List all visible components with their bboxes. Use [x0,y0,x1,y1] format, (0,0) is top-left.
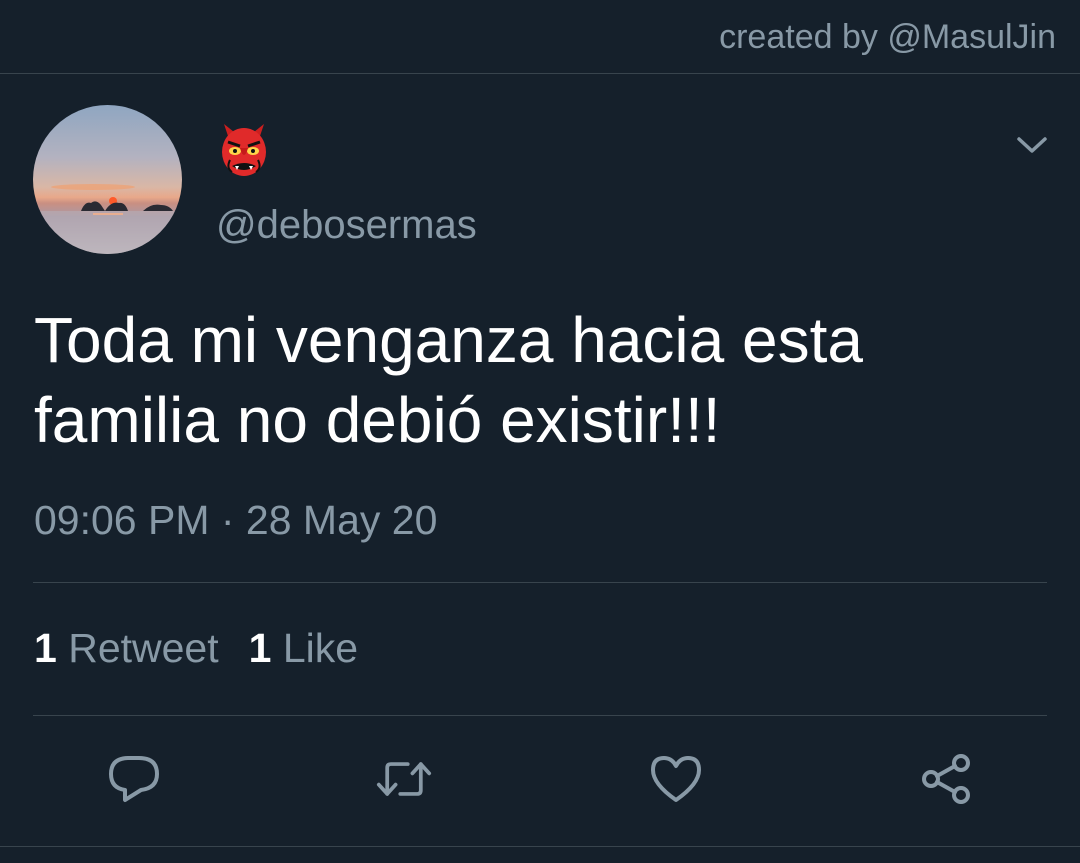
heart-icon [651,756,701,802]
like-label: Like [282,625,359,671]
tweet-stats: 1 Retweet 1 Like [34,625,358,672]
like-count: 1 [248,625,272,671]
bottom-divider [0,846,1080,847]
share-icon [922,754,970,804]
reply-icon [109,756,159,802]
top-bar: created by @MasulJin [0,0,1080,74]
tweet-text: Toda mi venganza hacia esta familia no d… [34,304,863,456]
retweet-button[interactable] [376,751,432,807]
retweet-icon [376,762,432,796]
retweet-stat[interactable]: 1 Retweet [34,625,219,671]
retweet-count: 1 [34,625,57,671]
divider [33,582,1047,583]
tweet-timestamp[interactable]: 09:06 PM · 28 May 20 [34,497,437,544]
retweet-label: Retweet [68,625,219,671]
share-button[interactable] [918,751,974,807]
credit-text: created by @MasulJin [719,18,1056,56]
like-button[interactable] [648,751,704,807]
like-stat[interactable]: 1 Like [249,625,358,671]
goblin-mask-icon [218,122,270,178]
divider [33,715,1047,716]
avatar-sunset-image [33,105,182,254]
reply-button[interactable] [106,751,162,807]
user-handle[interactable]: @debosermas [216,203,477,248]
chevron-down-icon[interactable] [1016,134,1048,158]
avatar[interactable] [33,105,182,254]
